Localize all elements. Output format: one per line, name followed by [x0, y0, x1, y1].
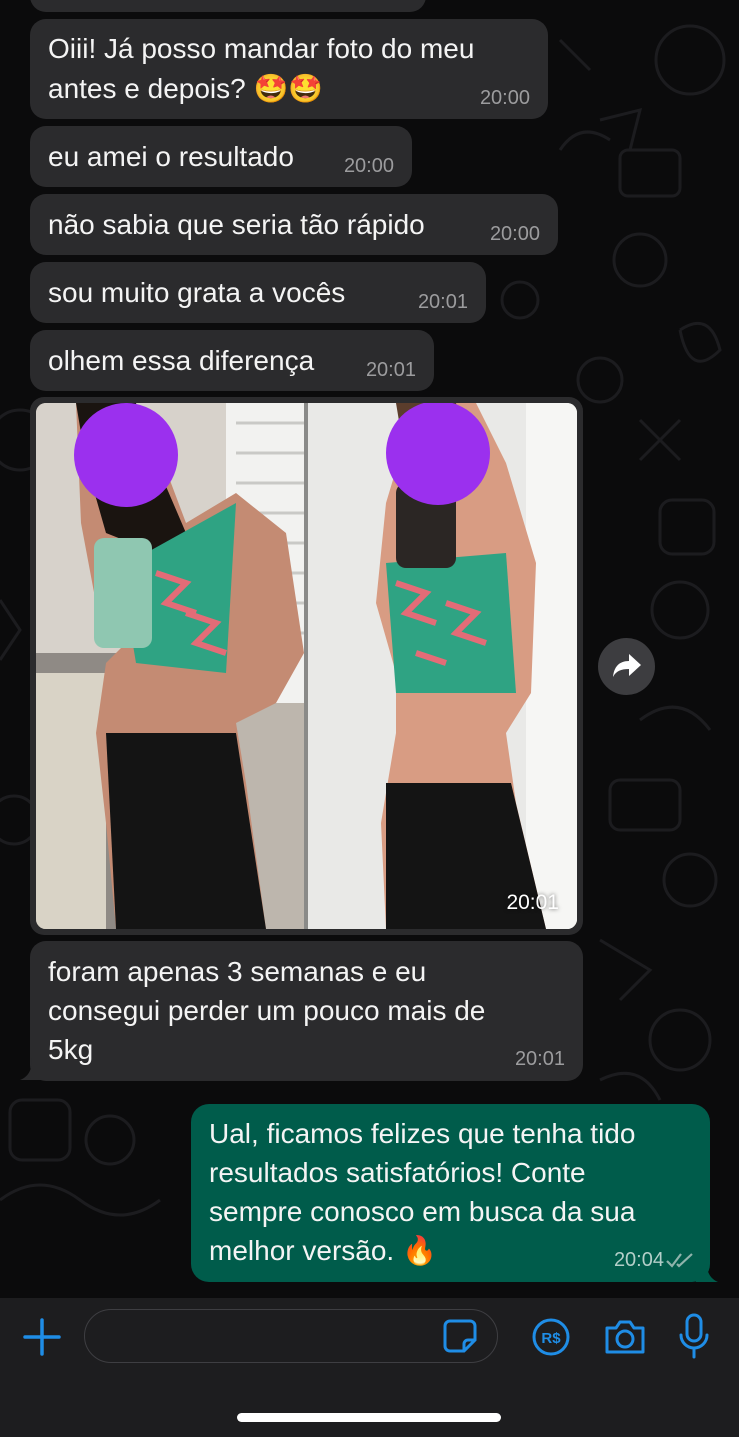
message-text: eu amei o resultado [48, 141, 294, 172]
forward-button[interactable] [598, 638, 655, 695]
message-bubble-1[interactable]: Oiii! Já posso mandar foto do meu antes … [30, 19, 548, 119]
svg-text:R$: R$ [541, 1330, 561, 1347]
message-bubble-6[interactable]: foram apenas 3 semanas e eu consegui per… [30, 941, 583, 1081]
message-time: 20:00 [489, 223, 540, 245]
previous-message-bubble[interactable] [30, 0, 426, 12]
message-text: olhem essa diferença [48, 345, 315, 376]
message-time: 20:00 [479, 87, 530, 109]
payment-icon[interactable]: R$ [531, 1317, 571, 1357]
before-after-photo[interactable]: 20:01 [36, 403, 577, 929]
message-input[interactable] [84, 1309, 498, 1363]
microphone-icon[interactable] [679, 1313, 709, 1359]
bubble-tail-icon [696, 1258, 718, 1282]
message-time: 20:04 [613, 1249, 664, 1271]
message-text: Oiii! Já posso mandar foto do meu antes … [48, 33, 475, 104]
message-time: 20:01 [514, 1048, 565, 1070]
message-time: 20:01 [365, 359, 416, 381]
reply-message-bubble[interactable]: Ual, ficamos felizes que tenha tido resu… [191, 1104, 710, 1282]
sticker-icon[interactable] [442, 1318, 478, 1354]
camera-icon[interactable] [603, 1317, 647, 1357]
message-bubble-3[interactable]: não sabia que seria tão rápido 20:00 [30, 194, 558, 255]
message-time: 20:01 [417, 291, 468, 313]
message-bubble-2[interactable]: eu amei o resultado 20:00 [30, 126, 412, 187]
message-bubble-5[interactable]: olhem essa diferença 20:01 [30, 330, 434, 391]
message-text: foram apenas 3 semanas e eu consegui per… [48, 956, 486, 1065]
home-indicator [237, 1413, 501, 1422]
photo-time: 20:01 [506, 891, 559, 914]
message-time: 20:00 [343, 155, 394, 177]
photo-message-bubble[interactable]: 20:01 [30, 397, 583, 935]
message-bubble-4[interactable]: sou muito grata a vocês 20:01 [30, 262, 486, 323]
plus-icon[interactable] [22, 1317, 62, 1357]
message-text: sou muito grata a vocês [48, 277, 346, 308]
message-text: não sabia que seria tão rápido [48, 209, 425, 240]
forward-arrow-icon [613, 654, 641, 677]
double-check-icon [666, 1253, 693, 1268]
message-text: Ual, ficamos felizes que tenha tido resu… [209, 1118, 636, 1266]
bubble-tail-icon [20, 1058, 42, 1080]
